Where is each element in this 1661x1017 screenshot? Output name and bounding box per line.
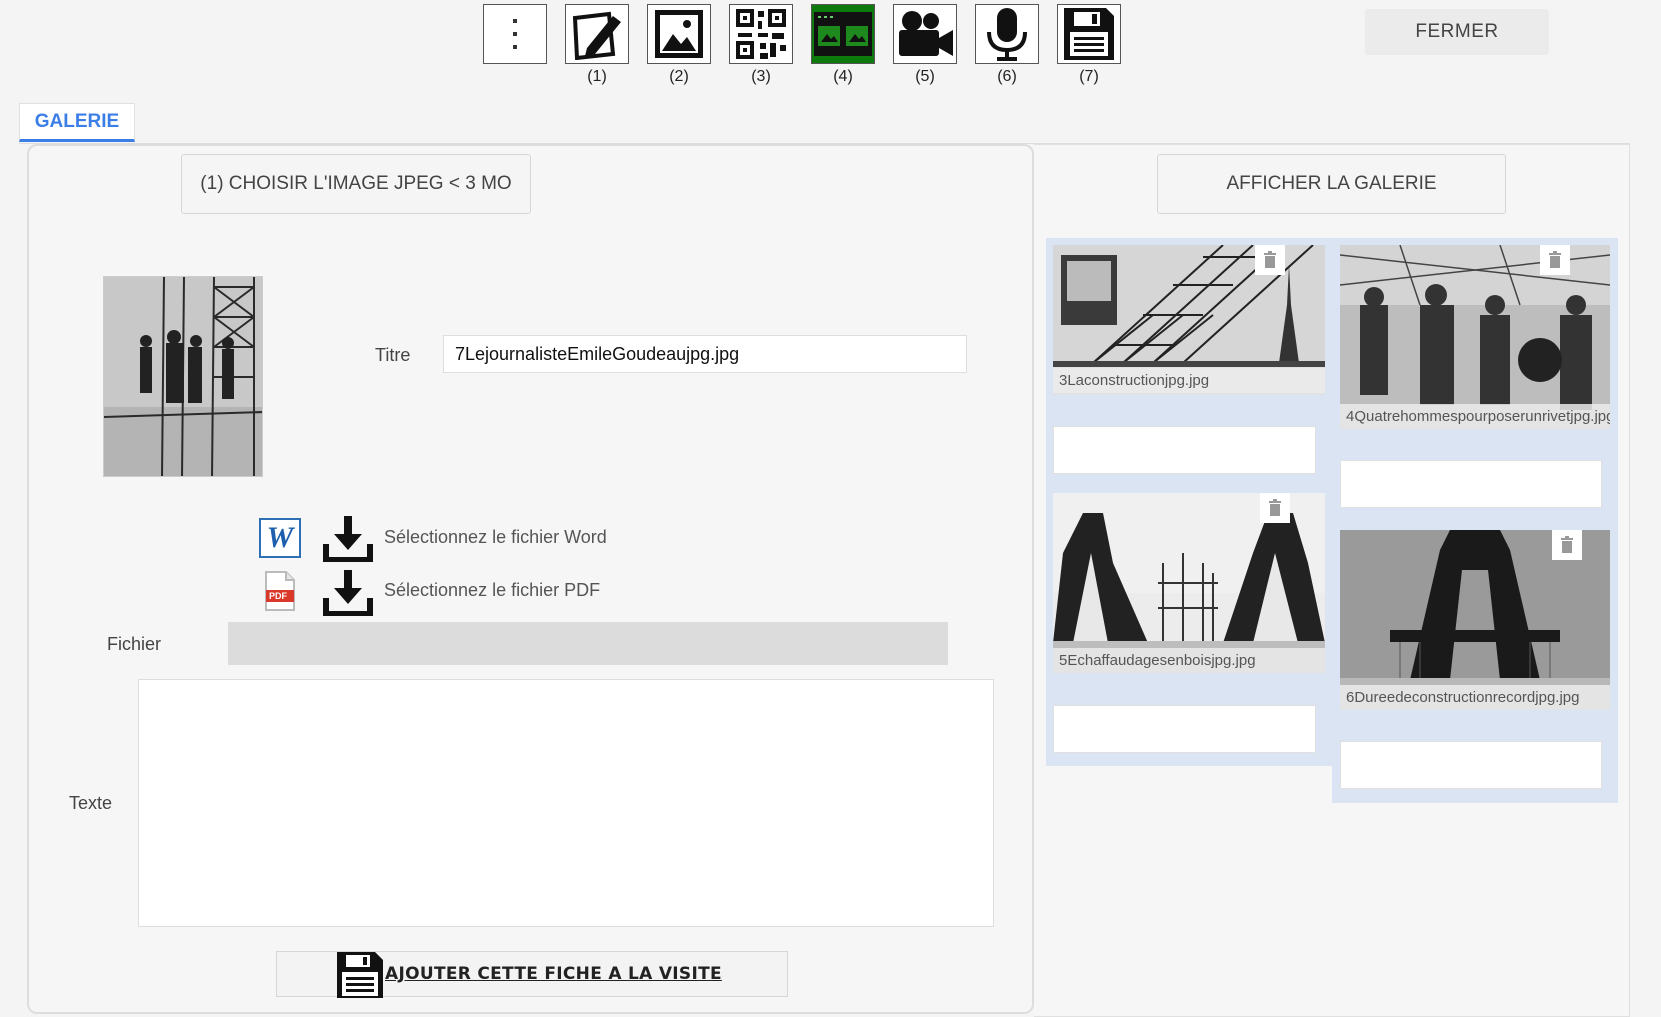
toolbar-number: (6) [997,68,1017,85]
texte-label: Texte [69,793,113,813]
toolbar-number: (3) [751,68,771,85]
fichier-field[interactable] [228,622,948,665]
toolbar-number: (2) [669,68,689,85]
gallery-item[interactable]: 3Laconstructionjpg.jpg [1053,245,1325,395]
gallery-item-caption: 4Quatrehommespourposerunrivetjpg.jpg [1340,404,1610,429]
selected-image-thumbnail [103,276,263,477]
titre-label: Titre [375,345,411,365]
qr-code-icon [736,9,786,59]
add-to-visit-label: AJOUTER CETTE FICHE A LA VISITE [385,964,722,984]
microphone-icon [987,8,1027,61]
tab-galerie[interactable]: GALERIE [19,103,135,142]
show-gallery-button[interactable]: AFFICHER LA GALERIE [1157,154,1506,214]
fichier-label: Fichier [107,634,162,654]
save-icon [337,952,383,998]
delete-button[interactable] [1260,493,1290,523]
save-tool-button[interactable] [1057,4,1121,64]
word-download-button[interactable] [323,514,373,567]
trash-icon [1269,499,1281,516]
gallery-item-caption: 3Laconstructionjpg.jpg [1053,368,1325,393]
image-tool-button[interactable] [647,4,711,64]
gallery-item[interactable]: 6Dureedeconstructionrecordjpg.jpg [1340,530,1610,710]
titre-input[interactable] [443,335,967,373]
more-menu-button[interactable] [483,4,547,64]
pdf-badge: PDF [269,591,287,601]
edit-icon [572,11,621,60]
delete-button[interactable] [1552,530,1582,560]
delete-button[interactable] [1255,245,1285,275]
toolbar-number: (4) [833,68,853,85]
pdf-file-icon: PDF [264,570,296,612]
delete-button[interactable] [1540,245,1570,275]
choose-image-button[interactable]: (1) CHOISIR L'IMAGE JPEG < 3 MO [181,154,531,214]
texte-textarea[interactable] [138,679,994,927]
gallery-item[interactable]: 4Quatrehommespourposerunrivetjpg.jpg [1340,245,1610,429]
gallery-item-caption: 5Echaffaudagesenboisjpg.jpg [1053,648,1325,673]
pdf-select-label: Sélectionnez le fichier PDF [384,580,601,600]
trash-icon [1264,251,1276,268]
pdf-download-button[interactable] [323,568,373,621]
download-icon [323,516,373,563]
more-vert-icon [513,19,517,49]
toolbar-number: (7) [1079,68,1099,85]
gallery-item-input[interactable] [1053,705,1316,753]
toolbar-number: (1) [587,68,607,85]
gallery-item-input[interactable] [1053,426,1316,474]
gallery-item-input[interactable] [1340,460,1602,508]
add-to-visit-button[interactable]: AJOUTER CETTE FICHE A LA VISITE [276,951,788,998]
save-icon [1064,8,1114,60]
edit-tool-button[interactable] [565,4,629,64]
audio-tool-button[interactable] [975,4,1039,64]
download-icon [323,570,373,617]
close-button[interactable]: FERMER [1365,9,1549,55]
gallery-item[interactable]: 5Echaffaudagesenboisjpg.jpg [1053,493,1325,673]
gallery-item-caption: 6Dureedeconstructionrecordjpg.jpg [1340,685,1610,710]
word-badge: W [266,521,294,554]
word-file-icon: W [259,518,301,558]
gallery-tool-button[interactable] [811,4,875,64]
video-camera-icon [899,11,953,56]
word-select-label: Sélectionnez le fichier Word [384,527,607,547]
video-tool-button[interactable] [893,4,957,64]
trash-icon [1549,251,1561,268]
image-icon [655,10,703,58]
gallery-icon [814,12,872,56]
gallery-item-input[interactable] [1340,741,1602,789]
trash-icon [1561,536,1573,553]
qr-tool-button[interactable] [729,4,793,64]
toolbar-number: (5) [915,68,935,85]
